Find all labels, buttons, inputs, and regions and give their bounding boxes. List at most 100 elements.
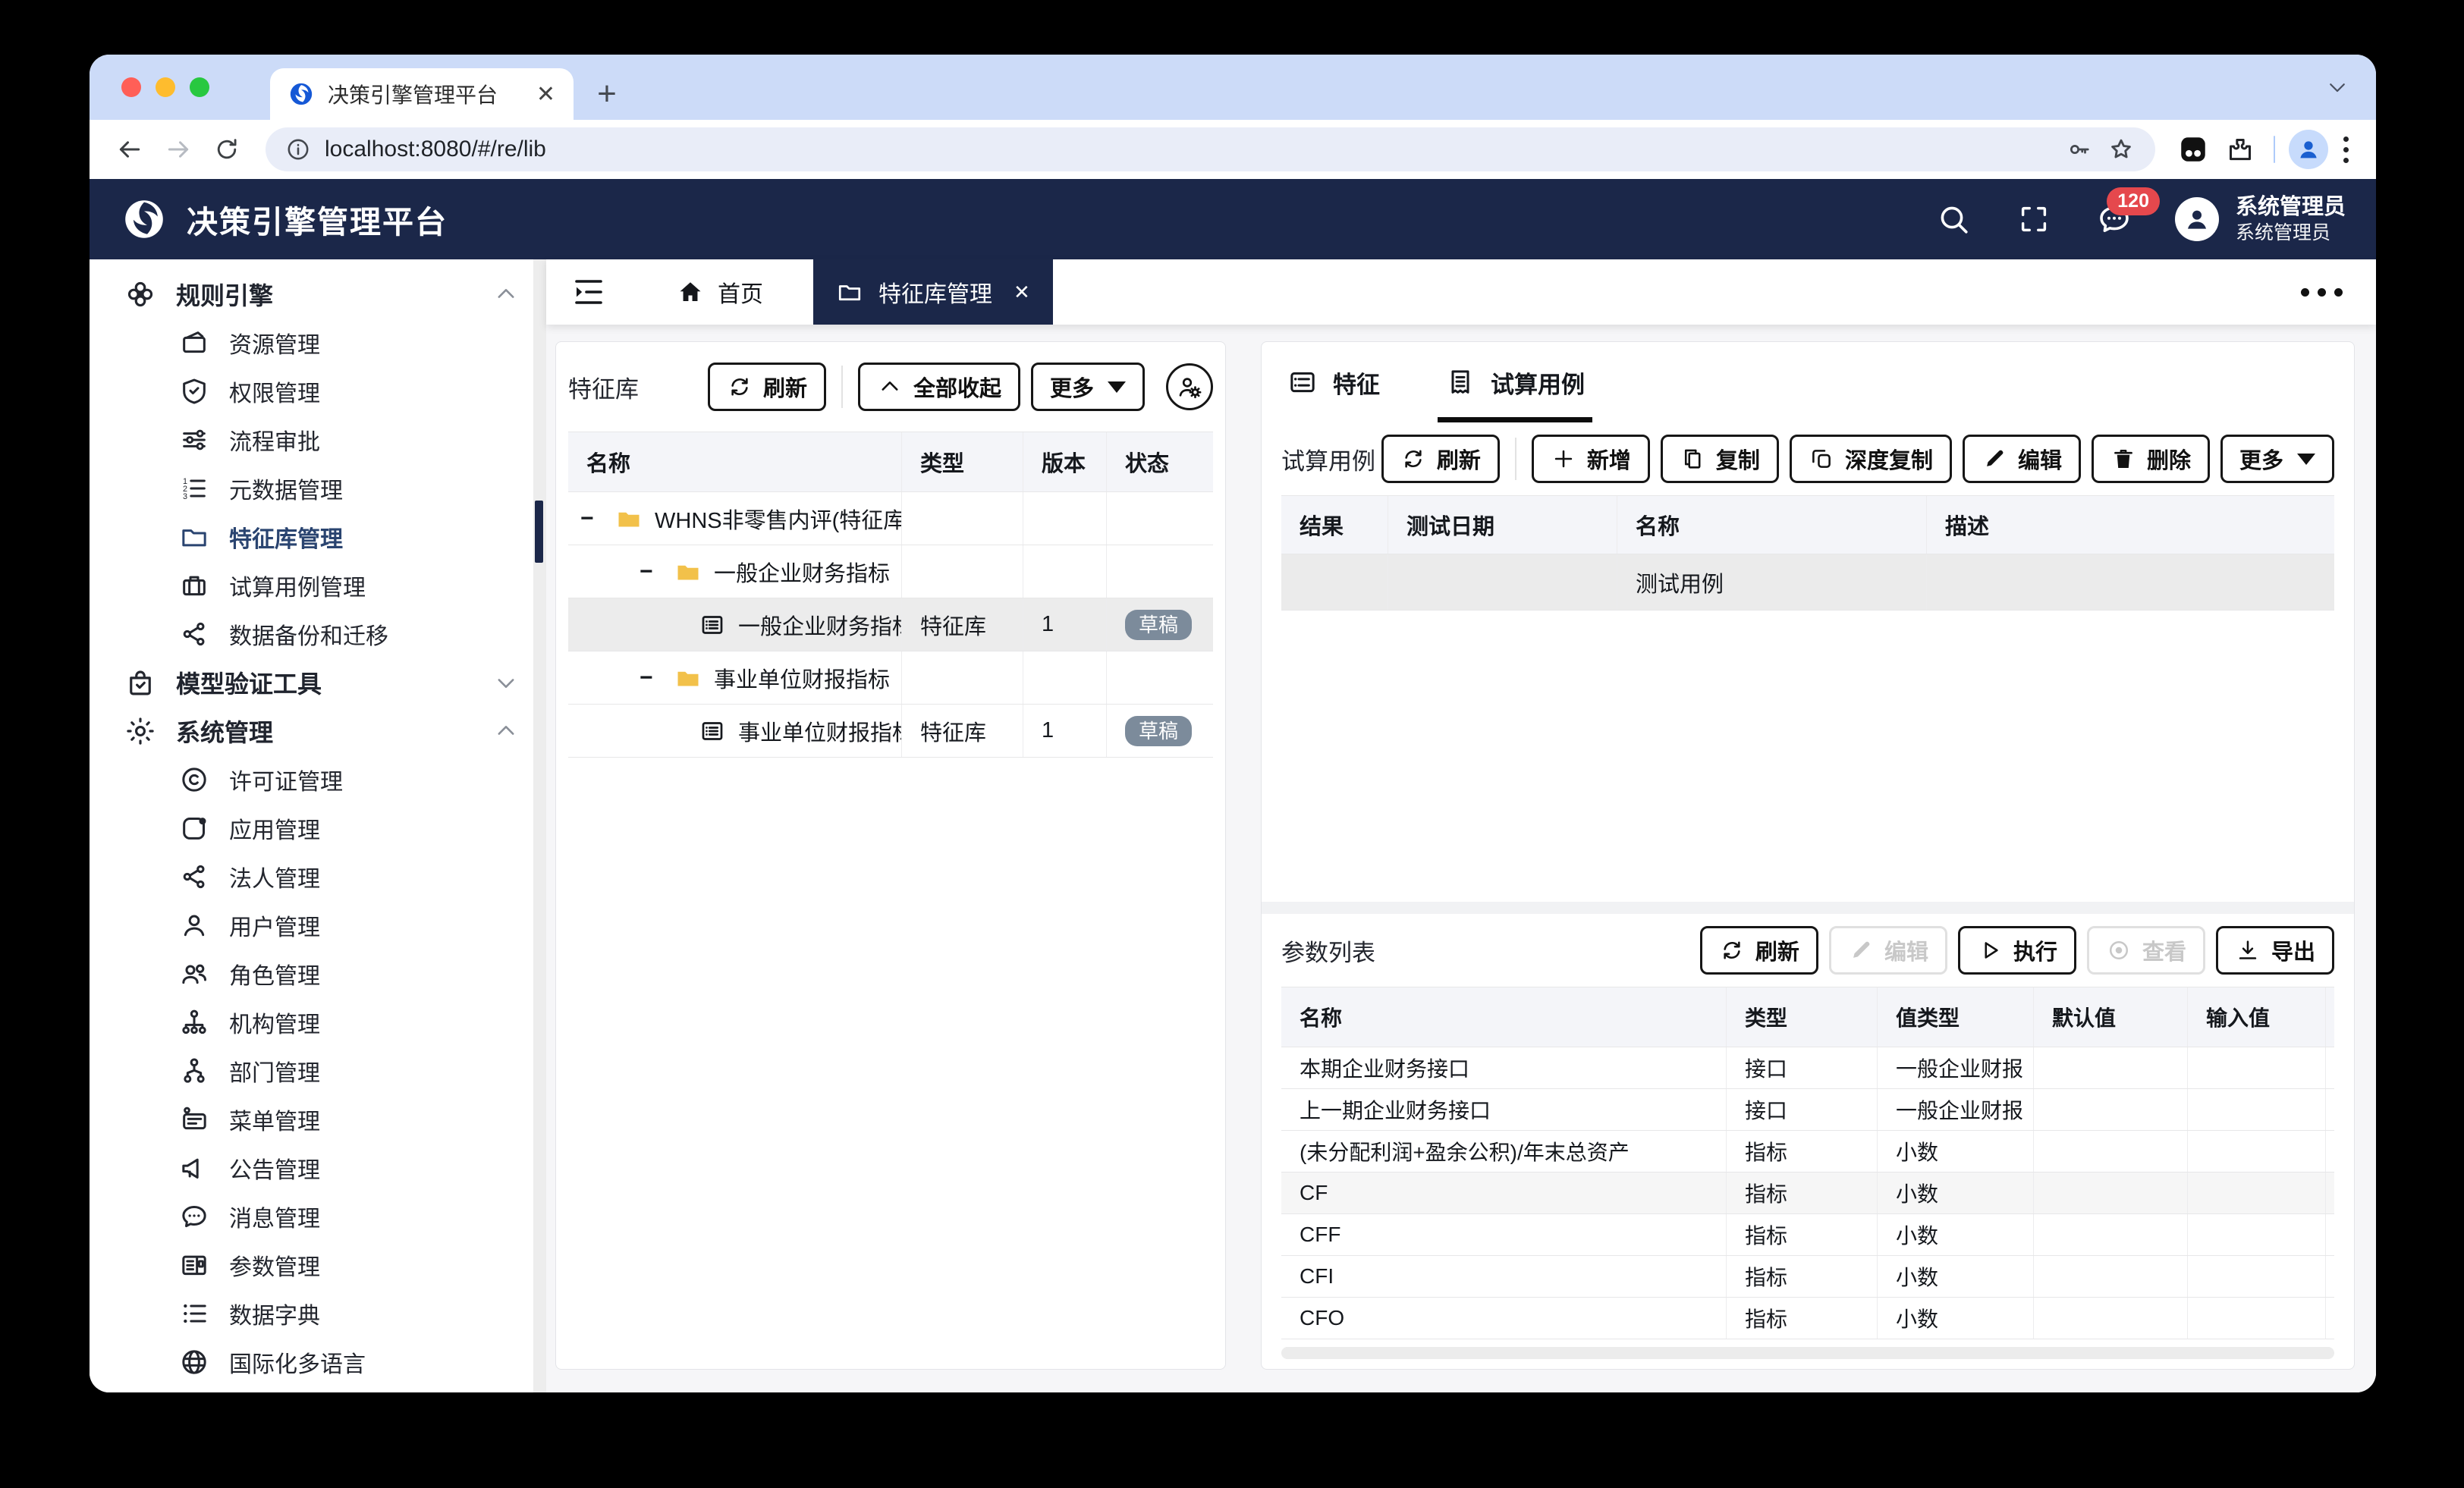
minimize-window-button[interactable] [156,77,175,97]
user-avatar[interactable] [2175,197,2219,241]
复制-button[interactable]: 复制 [1661,435,1779,483]
window-controls [121,77,209,97]
sidebar-item-用户管理[interactable]: 用户管理 [90,901,545,950]
tab-feature-library[interactable]: 特征库管理 ✕ [813,259,1053,325]
查看-button[interactable]: 查看 [2087,926,2205,975]
执行-button[interactable]: 执行 [1958,926,2076,975]
browser-tab[interactable]: 决策引擎管理平台 ✕ [270,68,574,120]
feature-tree-row[interactable]: − WHNS非零售内评(特征库) [568,492,1213,545]
tab-close-icon[interactable]: ✕ [536,81,555,108]
zoom-window-button[interactable] [190,77,209,97]
sidebar-item-label: 用户管理 [229,909,320,942]
sidebar-item-角色管理[interactable]: 角色管理 [90,950,545,998]
testcase-row[interactable]: 测试用例 [1281,554,2334,611]
更多-button[interactable]: 更多 [2220,435,2334,483]
param-row[interactable]: CFO 指标 小数 [1281,1298,2334,1339]
user-info[interactable]: 系统管理员 系统管理员 [2236,193,2346,245]
fullscreen-icon[interactable] [2014,199,2054,239]
password-key-icon[interactable] [2066,136,2093,163]
value-type-cell: 小数 [1878,1298,2034,1339]
feature-tree-row[interactable]: − 一般企业财务指标 [568,545,1213,598]
extension-app-icon[interactable] [2173,130,2213,169]
new-tab-button[interactable]: + [586,73,628,115]
user-settings-button[interactable] [1166,363,1213,410]
sidebar-item-国际化多语言[interactable]: 国际化多语言 [90,1338,545,1386]
collapse-sidebar-icon[interactable] [570,274,607,310]
sidebar-item-数据备份和迁移[interactable]: 数据备份和迁移 [90,610,545,658]
sidebar-scrollbar-thumb[interactable] [535,501,543,563]
sidebar-item-数据字典[interactable]: 数据字典 [90,1289,545,1338]
param-row[interactable]: 本期企业财务接口 接口 一般企业财报 [1281,1047,2334,1089]
expected-value-cell [2326,1256,2334,1297]
sidebar-item-流程审批[interactable]: 流程审批 [90,416,545,464]
site-info-icon[interactable] [285,137,311,162]
刷新-button[interactable]: 刷新 [1381,435,1500,483]
folder-fill-icon [615,505,643,532]
param-row[interactable]: CF 指标 小数 [1281,1173,2334,1214]
sidebar-group-系统管理[interactable]: 系统管理 [90,707,545,755]
expected-value-cell [2326,1131,2334,1172]
tab-home[interactable]: 首页 [677,275,763,309]
address-bar[interactable]: localhost:8080/#/re/lib [266,127,2155,171]
column-header: 名称 [1617,496,1927,554]
button-label: 全部收起 [913,371,1001,403]
sidebar-item-资源管理[interactable]: 资源管理 [90,319,545,367]
sidebar-item-试算用例管理[interactable]: 试算用例管理 [90,561,545,610]
feature-tree-row[interactable]: − 事业单位财报指标 [568,651,1213,705]
sidebar-item-元数据管理[interactable]: 123 元数据管理 [90,464,545,513]
导出-button[interactable]: 导出 [2216,926,2334,975]
全部收起-button[interactable]: 全部收起 [858,363,1020,411]
url-text[interactable]: localhost:8080/#/re/lib [325,137,2052,162]
horizontal-scrollbar[interactable] [1281,1347,2334,1359]
sidebar-item-应用管理[interactable]: 应用管理 [90,804,545,852]
param-row[interactable]: CFI 指标 小数 [1281,1256,2334,1298]
collapse-node-icon[interactable]: − [640,559,662,585]
深度复制-button[interactable]: 深度复制 [1790,435,1952,483]
刷新-button[interactable]: 刷新 [1700,926,1818,975]
detail-tab-试算用例[interactable]: 试算用例 [1445,342,1585,422]
toolbar-divider [2274,136,2275,163]
messages-icon[interactable]: 120 [2095,199,2134,239]
sidebar-item-法人管理[interactable]: 法人管理 [90,852,545,901]
sidebar-item-label: 法人管理 [229,860,320,893]
forward-icon[interactable] [158,129,199,170]
feature-tree-row[interactable]: 事业单位财报指标特征库1草稿 [568,705,1213,758]
sidebar-item-机构管理[interactable]: 机构管理 [90,998,545,1047]
tabbar-more-icon[interactable] [2301,288,2343,297]
feature-tree-row[interactable]: 一般企业财务指标特征库1草稿 [568,598,1213,651]
collapse-node-icon[interactable]: − [580,506,603,532]
sidebar-scrollbar[interactable] [533,259,545,1392]
detail-tab-特征[interactable]: 特征 [1287,342,1380,422]
sidebar-item-公告管理[interactable]: 公告管理 [90,1144,545,1192]
sidebar-item-权限管理[interactable]: 权限管理 [90,367,545,416]
删除-button[interactable]: 删除 [2092,435,2210,483]
bookmark-star-icon[interactable] [2107,135,2136,164]
panel-splitter[interactable] [1262,902,2354,914]
sidebar-item-参数管理[interactable]: 参数管理 [90,1241,545,1289]
close-window-button[interactable] [121,77,141,97]
browser-menu-icon[interactable] [2343,137,2349,163]
browser-profile-avatar[interactable] [2289,130,2328,169]
param-row[interactable]: CFF 指标 小数 [1281,1214,2334,1256]
sidebar-item-消息管理[interactable]: 消息管理 [90,1192,545,1241]
编辑-button[interactable]: 编辑 [1963,435,2081,483]
tab-search-chevron-icon[interactable] [2326,76,2349,99]
search-icon[interactable] [1934,199,1973,239]
extensions-puzzle-icon[interactable] [2220,130,2260,169]
sidebar-group-规则引擎[interactable]: 规则引擎 [90,270,545,319]
新增-button[interactable]: 新增 [1532,435,1650,483]
param-row[interactable]: (未分配利润+盈余公积)/年末总资产 指标 小数 [1281,1131,2334,1173]
tab-close-icon[interactable]: ✕ [1014,281,1030,304]
sidebar-group-模型验证工具[interactable]: 模型验证工具 [90,658,545,707]
更多-button[interactable]: 更多 [1031,363,1145,411]
编辑-button[interactable]: 编辑 [1829,926,1947,975]
sidebar-item-部门管理[interactable]: 部门管理 [90,1047,545,1095]
back-icon[interactable] [109,129,150,170]
param-row[interactable]: 上一期企业财务接口 接口 一般企业财报 [1281,1089,2334,1131]
sidebar-item-许可证管理[interactable]: 许可证管理 [90,755,545,804]
sidebar-item-特征库管理[interactable]: 特征库管理 [90,513,545,561]
reload-icon[interactable] [206,129,247,170]
sidebar-item-菜单管理[interactable]: 菜单管理 [90,1095,545,1144]
刷新-button[interactable]: 刷新 [708,363,826,411]
collapse-node-icon[interactable]: − [640,665,662,691]
